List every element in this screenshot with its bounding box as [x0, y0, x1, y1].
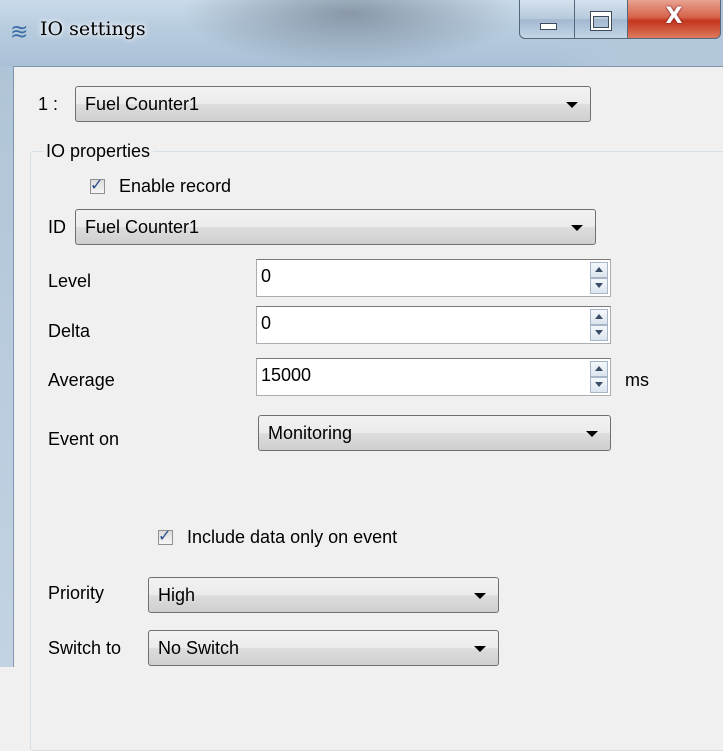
include-data-label: Include data only on event	[187, 527, 398, 547]
spin-down-icon[interactable]	[590, 278, 608, 294]
maximize-button[interactable]	[575, 0, 628, 39]
average-input[interactable]	[261, 365, 561, 386]
wave-icon: ≋	[10, 19, 29, 44]
level-spinner	[590, 262, 608, 294]
io-properties-title: IO properties	[43, 141, 154, 162]
close-icon: X	[665, 4, 683, 29]
id-select[interactable]: Fuel Counter1	[75, 209, 596, 245]
enable-record-checkbox[interactable]: ✓	[90, 175, 105, 194]
chevron-down-icon	[474, 646, 486, 652]
switch-to-label: Switch to	[48, 638, 122, 658]
check-icon: ✓	[158, 526, 172, 545]
event-on-value: Monitoring	[268, 423, 353, 443]
close-button[interactable]: X	[628, 0, 721, 39]
average-spinner	[590, 361, 608, 393]
id-label: ID	[48, 217, 66, 237]
average-unit: ms	[625, 370, 649, 390]
io-select[interactable]: Fuel Counter1	[75, 86, 591, 122]
spin-up-icon[interactable]	[590, 361, 608, 377]
priority-select[interactable]: High	[148, 577, 499, 613]
delta-label: Delta	[48, 321, 91, 341]
average-label: Average	[48, 370, 115, 390]
spin-up-icon[interactable]	[590, 309, 608, 325]
delta-stepper[interactable]	[256, 306, 611, 344]
priority-label: Priority	[48, 583, 105, 603]
event-on-select[interactable]: Monitoring	[258, 415, 611, 451]
spin-up-icon[interactable]	[590, 262, 608, 278]
switch-to-value: No Switch	[158, 638, 240, 658]
io-select-value: Fuel Counter1	[85, 94, 200, 114]
average-stepper[interactable]	[256, 358, 611, 396]
delta-input[interactable]	[261, 313, 561, 334]
maximize-icon	[591, 12, 611, 30]
chevron-down-icon	[474, 593, 486, 599]
chevron-down-icon	[571, 225, 583, 231]
enable-record-label: Enable record	[119, 176, 232, 196]
chevron-down-icon	[586, 431, 598, 437]
level-input[interactable]	[261, 266, 561, 287]
spin-down-icon[interactable]	[590, 325, 608, 341]
io-index-label: 1 :	[38, 94, 59, 114]
id-select-value: Fuel Counter1	[85, 217, 200, 237]
window-controls: X	[519, 0, 721, 40]
priority-value: High	[158, 585, 196, 605]
check-icon: ✓	[90, 175, 104, 194]
event-on-label: Event on	[48, 429, 120, 449]
chevron-down-icon	[566, 102, 578, 108]
level-stepper[interactable]	[256, 259, 611, 297]
include-data-checkbox[interactable]: ✓	[158, 526, 173, 545]
switch-to-select[interactable]: No Switch	[148, 630, 499, 666]
window-frame-left	[0, 66, 13, 667]
level-label: Level	[48, 271, 92, 291]
minimize-button[interactable]	[519, 0, 575, 39]
minimize-icon	[540, 23, 557, 30]
window-title: IO settings	[40, 18, 146, 40]
spin-down-icon[interactable]	[590, 377, 608, 393]
delta-spinner	[590, 309, 608, 341]
